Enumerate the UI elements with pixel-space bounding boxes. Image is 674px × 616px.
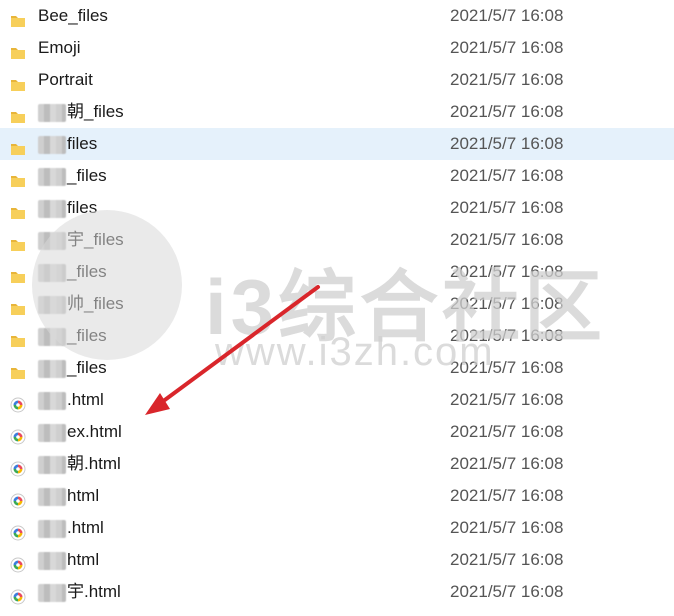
folder-icon [10, 136, 26, 155]
file-name-text: .html [67, 390, 104, 409]
folder-row[interactable]: 朝_files 2021/5/7 16:08 [0, 96, 674, 128]
file-name: 朝.html [38, 448, 121, 480]
file-name-text: files [67, 134, 98, 153]
folder-row[interactable]: _files 2021/5/7 16:08 [0, 160, 674, 192]
file-name: Portrait [38, 64, 93, 96]
file-name-text: Emoji [38, 38, 81, 57]
redacted-text [38, 583, 66, 602]
redacted-text [38, 199, 66, 218]
date-modified: 2021/5/7 16:08 [450, 102, 564, 121]
date-modified: 2021/5/7 16:08 [450, 38, 564, 57]
redacted-text [38, 487, 66, 506]
redacted-text [38, 135, 66, 154]
html-file-icon [10, 552, 26, 573]
date-modified: 2021/5/7 16:08 [450, 134, 564, 153]
redacted-text [38, 167, 66, 186]
folder-icon [10, 40, 26, 59]
date-modified: 2021/5/7 16:08 [450, 166, 564, 185]
file-row[interactable]: html 2021/5/7 16:08 [0, 544, 674, 576]
redacted-text [38, 391, 66, 410]
file-name-text: Portrait [38, 70, 93, 89]
folder-icon [10, 296, 26, 315]
file-name: Bee_files [38, 0, 108, 32]
html-file-icon [10, 392, 26, 413]
watermark-logo [32, 210, 182, 360]
file-name-text: html [67, 486, 100, 505]
folder-icon [10, 72, 26, 91]
redacted-text [38, 103, 66, 122]
file-row[interactable]: ex.html 2021/5/7 16:08 [0, 416, 674, 448]
file-row[interactable]: 宇.html 2021/5/7 16:08 [0, 576, 674, 608]
file-row[interactable]: 朝.html 2021/5/7 16:08 [0, 448, 674, 480]
redacted-text [38, 551, 66, 570]
folder-icon [10, 232, 26, 251]
folder-icon [10, 360, 26, 379]
date-modified: 2021/5/7 16:08 [450, 6, 564, 25]
file-name-text: 朝_files [67, 102, 124, 121]
folder-icon [10, 200, 26, 219]
redacted-text [38, 455, 66, 474]
file-name: html [38, 544, 99, 576]
folder-icon [10, 264, 26, 283]
file-name: files [38, 128, 97, 160]
file-name: html [38, 480, 99, 512]
file-name: Emoji [38, 32, 81, 64]
redacted-text [38, 519, 66, 538]
redacted-text [38, 423, 66, 442]
date-modified: 2021/5/7 16:08 [450, 70, 564, 89]
date-modified: 2021/5/7 16:08 [450, 550, 564, 569]
file-name-text: _files [67, 166, 107, 185]
file-name: _files [38, 160, 107, 192]
date-modified: 2021/5/7 16:08 [450, 390, 564, 409]
date-modified: 2021/5/7 16:08 [450, 486, 564, 505]
folder-row[interactable]: Emoji 2021/5/7 16:08 [0, 32, 674, 64]
folder-icon [10, 104, 26, 123]
folder-row[interactable]: files 2021/5/7 16:08 [0, 128, 674, 160]
file-name: 朝_files [38, 96, 124, 128]
file-row[interactable]: html 2021/5/7 16:08 [0, 480, 674, 512]
html-file-icon [10, 488, 26, 509]
file-name-text: _files [67, 358, 107, 377]
html-file-icon [10, 424, 26, 445]
file-name-text: .html [67, 518, 104, 537]
file-name: .html [38, 512, 104, 544]
folder-row[interactable]: Portrait 2021/5/7 16:08 [0, 64, 674, 96]
file-name: ex.html [38, 416, 122, 448]
file-row[interactable]: .html 2021/5/7 16:08 [0, 384, 674, 416]
file-name-text: Bee_files [38, 6, 108, 25]
file-name-text: ex.html [67, 422, 122, 441]
html-file-icon [10, 456, 26, 477]
folder-row[interactable]: Bee_files 2021/5/7 16:08 [0, 0, 674, 32]
watermark-url: www.i3zh.com [215, 330, 495, 374]
date-modified: 2021/5/7 16:08 [450, 582, 564, 601]
file-name-text: 朝.html [67, 454, 121, 473]
html-file-icon [10, 584, 26, 605]
file-name-text: html [67, 550, 100, 569]
date-modified: 2021/5/7 16:08 [450, 198, 564, 217]
date-modified: 2021/5/7 16:08 [450, 518, 564, 537]
folder-icon [10, 168, 26, 187]
folder-icon [10, 8, 26, 27]
file-row[interactable]: .html 2021/5/7 16:08 [0, 512, 674, 544]
date-modified: 2021/5/7 16:08 [450, 422, 564, 441]
html-file-icon [10, 520, 26, 541]
date-modified: 2021/5/7 16:08 [450, 454, 564, 473]
file-name-text: 宇.html [67, 582, 121, 601]
redacted-text [38, 359, 66, 378]
file-name: .html [38, 384, 104, 416]
file-name: 宇.html [38, 576, 121, 608]
folder-icon [10, 328, 26, 347]
